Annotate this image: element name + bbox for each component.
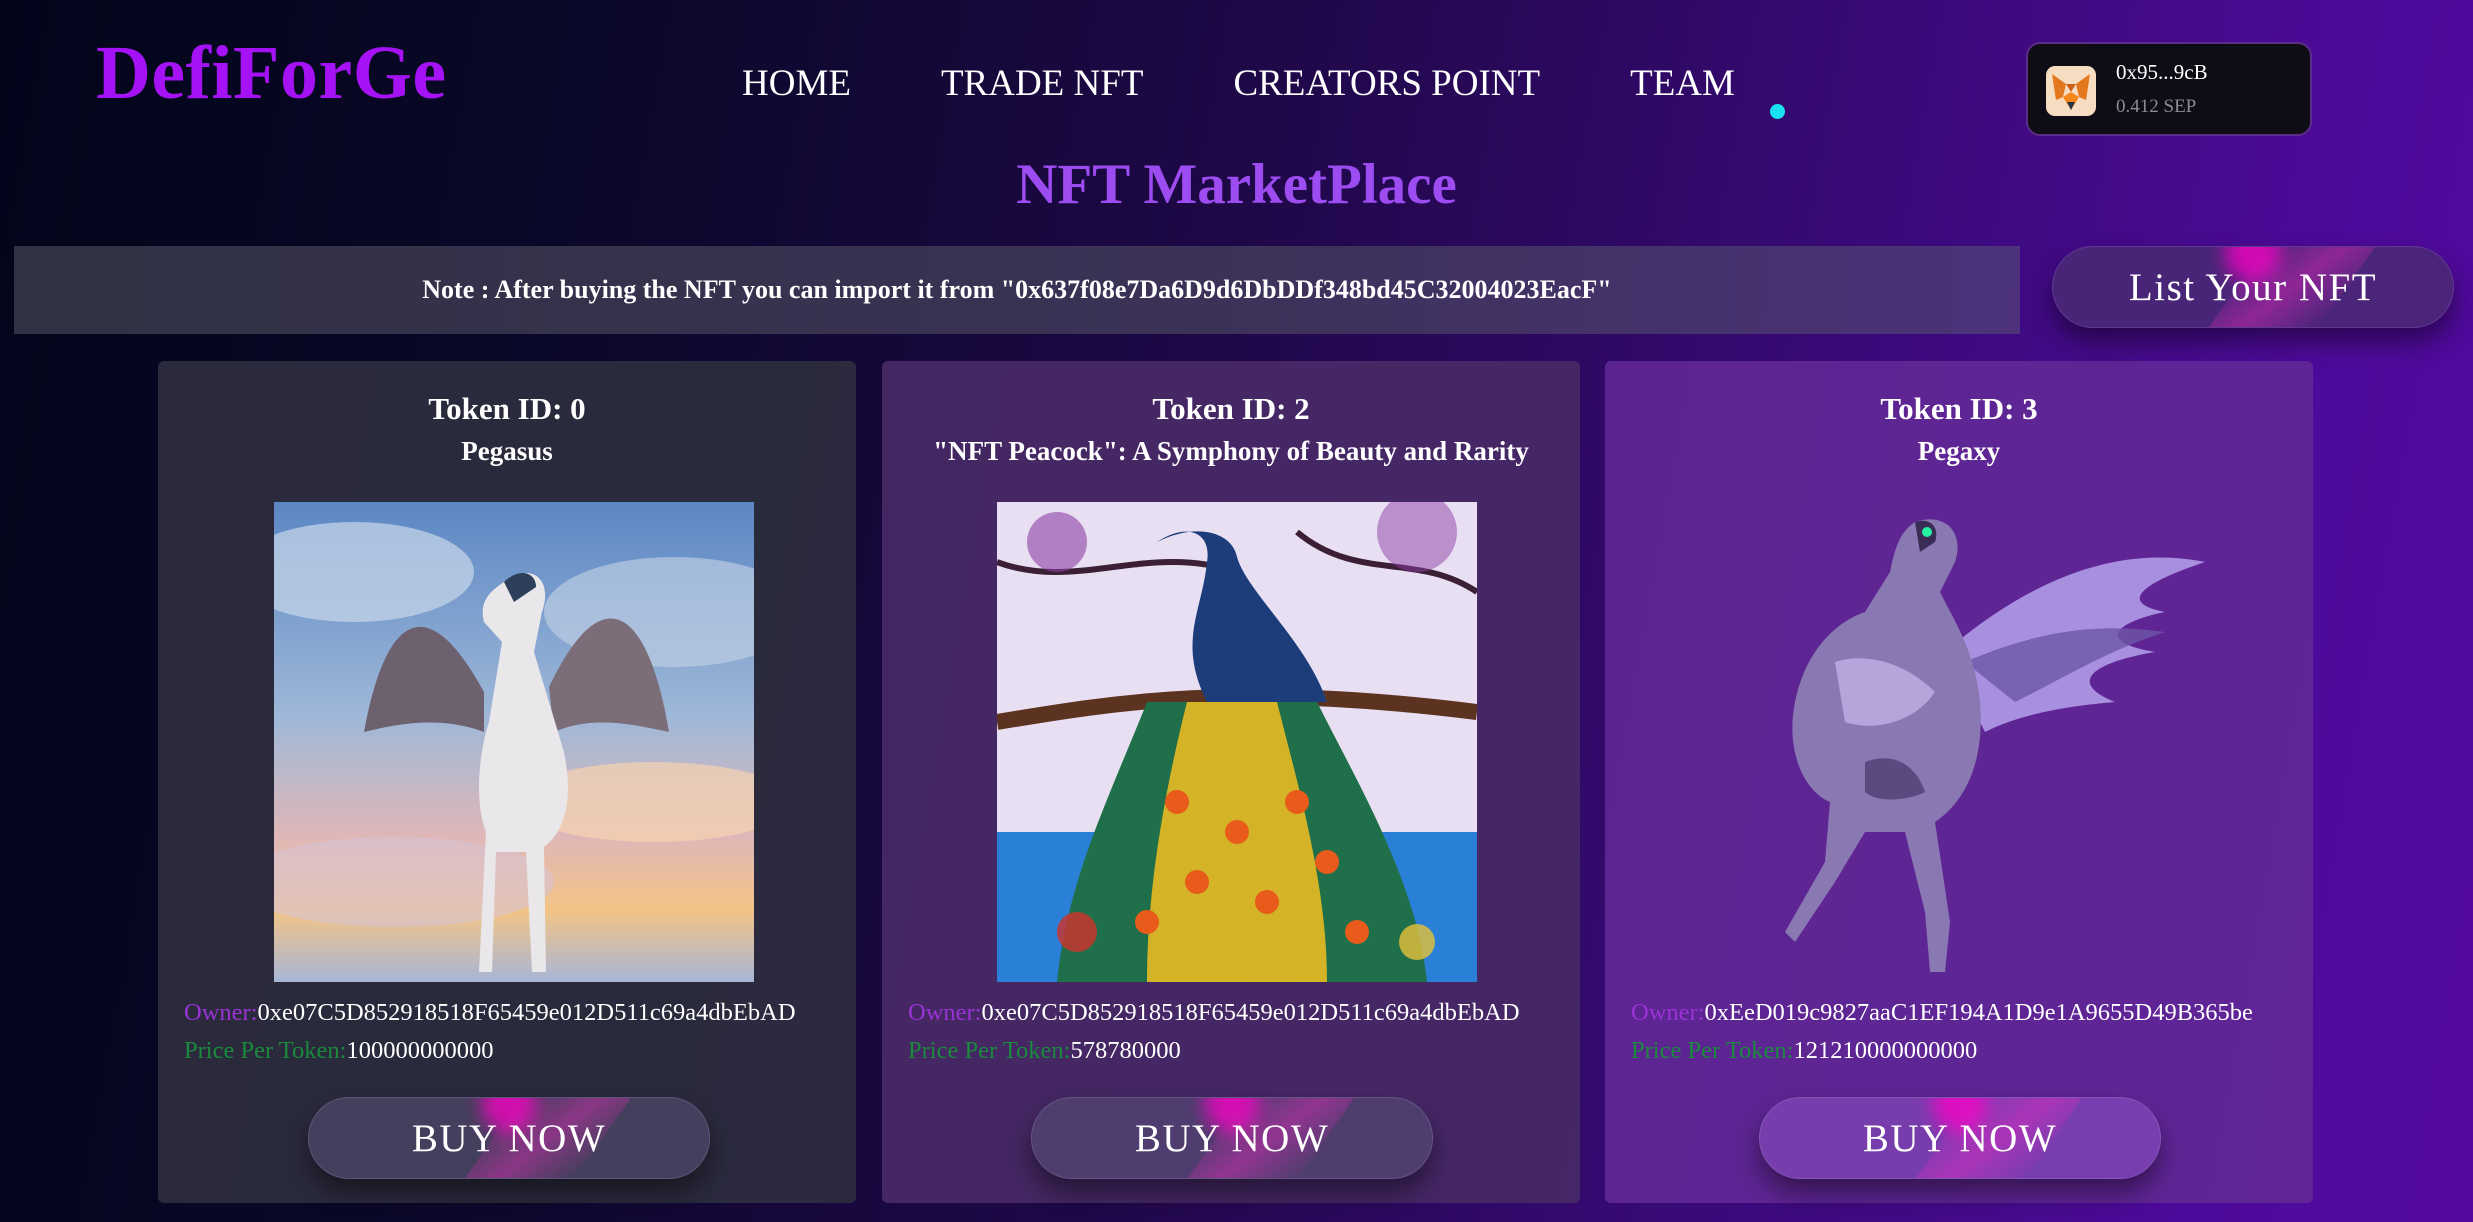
import-note-banner: Note : After buying the NFT you can impo… (14, 246, 2020, 334)
owner-row: Owner:0xEeD019c9827aaC1EF194A1D9e1A9655D… (1631, 999, 2253, 1027)
price-value: 121210000000000 (1793, 1037, 1978, 1064)
robotic-pegasus-image (1715, 502, 2215, 982)
token-id: Token ID: 0 (428, 391, 586, 426)
wallet-address: 0x95...9cB (2116, 60, 2208, 84)
price-value: 100000000000 (346, 1037, 494, 1064)
nft-name: Pegaxy (1917, 436, 2001, 466)
buy-now-label: BUY NOW (1134, 1116, 1330, 1160)
list-your-nft-button[interactable]: List Your NFT (2052, 246, 2454, 328)
connection-status-dot (1770, 104, 1785, 119)
price-row: Price Per Token:100000000000 (184, 1037, 494, 1065)
nav-home[interactable]: HOME (742, 62, 851, 105)
price-row: Price Per Token:121210000000000 (1631, 1037, 1977, 1065)
token-id: Token ID: 2 (1152, 391, 1310, 426)
nav-team[interactable]: TEAM (1630, 62, 1735, 105)
price-row: Price Per Token:578780000 (908, 1037, 1181, 1065)
price-label: Price Per Token: (908, 1037, 1071, 1064)
owner-label: Owner: (1631, 999, 1705, 1026)
list-your-nft-label: List Your NFT (2128, 265, 2378, 309)
white-pegasus-clouds-image (274, 502, 754, 982)
buy-now-label: BUY NOW (1862, 1116, 2058, 1160)
buy-now-button[interactable]: BUY NOW (1031, 1097, 1433, 1179)
owner-label: Owner: (908, 999, 982, 1026)
nft-name: "NFT Peacock": A Symphony of Beauty and … (933, 436, 1529, 466)
owner-address: 0xe07C5D852918518F65459e012D511c69a4dbEb… (981, 999, 1520, 1026)
owner-address: 0xEeD019c9827aaC1EF194A1D9e1A9655D49B365… (1704, 999, 2253, 1026)
price-label: Price Per Token: (1631, 1037, 1794, 1064)
import-note-text: Note : After buying the NFT you can impo… (422, 275, 1612, 304)
buy-now-button[interactable]: BUY NOW (1759, 1097, 2161, 1179)
colorful-peacock-painting-image (997, 502, 1477, 982)
nav-creators-point[interactable]: CREATORS POINT (1233, 62, 1540, 105)
nft-card: Token ID: 2 "NFT Peacock": A Symphony of… (882, 361, 1580, 1203)
owner-label: Owner: (184, 999, 258, 1026)
buy-now-label: BUY NOW (411, 1116, 607, 1160)
price-value: 578780000 (1070, 1037, 1181, 1064)
metamask-fox-icon (2046, 66, 2096, 116)
token-id: Token ID: 3 (1880, 391, 2038, 426)
nft-name: Pegasus (461, 436, 553, 466)
main-nav: HOME TRADE NFT CREATORS POINT TEAM (742, 62, 1735, 105)
price-label: Price Per Token: (184, 1037, 347, 1064)
owner-row: Owner:0xe07C5D852918518F65459e012D511c69… (908, 999, 1520, 1027)
site-logo[interactable]: DefiForGe (96, 30, 447, 117)
page-title: NFT MarketPlace (1016, 153, 1457, 216)
wallet-button[interactable]: 0x95...9cB 0.412 SEP (2026, 42, 2312, 136)
nft-card: Token ID: 3 Pegaxy Owner:0xEeD019c9827aa… (1605, 361, 2313, 1203)
nft-card: Token ID: 0 Pegasus Owner:0xe07C5D852918… (158, 361, 856, 1203)
nav-trade-nft[interactable]: TRADE NFT (941, 62, 1143, 105)
owner-row: Owner:0xe07C5D852918518F65459e012D511c69… (184, 999, 796, 1027)
owner-address: 0xe07C5D852918518F65459e012D511c69a4dbEb… (257, 999, 796, 1026)
wallet-balance: 0.412 SEP (2116, 96, 2197, 117)
buy-now-button[interactable]: BUY NOW (308, 1097, 710, 1179)
